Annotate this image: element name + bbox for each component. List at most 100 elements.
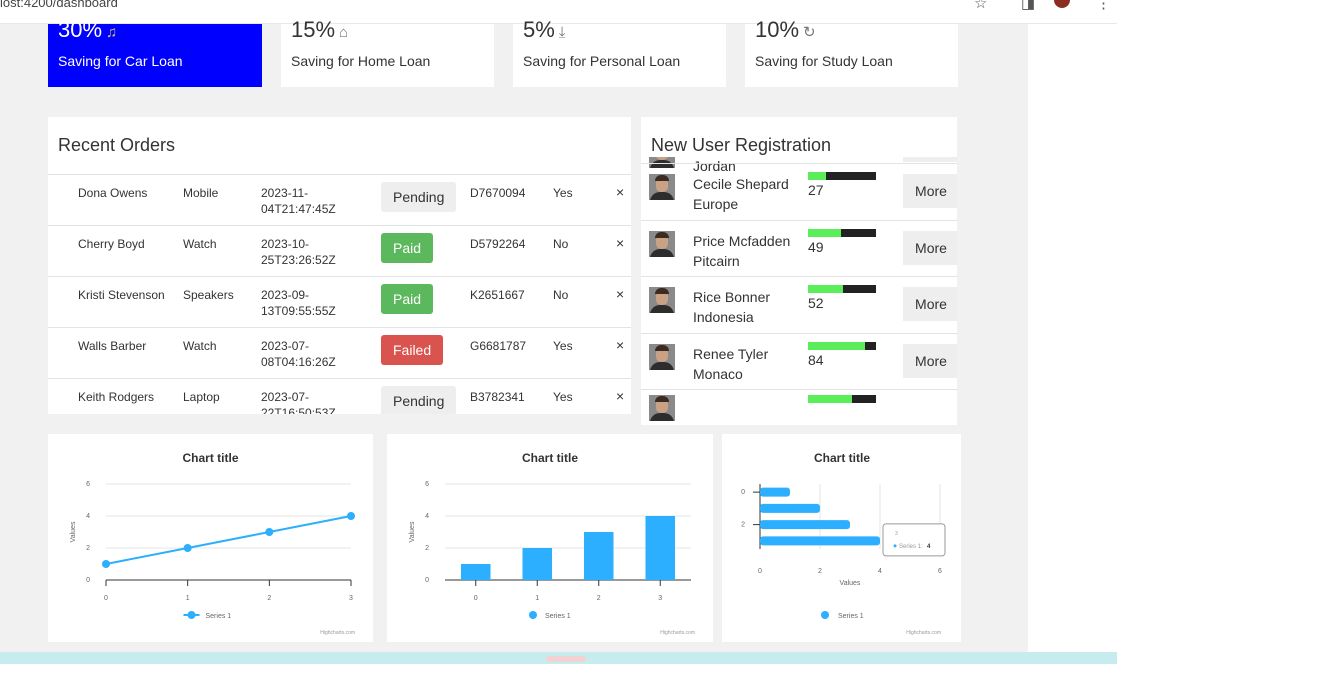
- users-title: New User Registration: [651, 135, 832, 155]
- user-name: Price Mcfadden Pitcairn: [693, 233, 791, 269]
- column-chart: Chart title 0 2 4 6 Values 0 1 2 3 Series 1 Highcha…: [387, 434, 713, 642]
- orders-table: Dona Owens Mobile 2023-11-04T21:47:45Z P…: [48, 174, 631, 414]
- bar: [760, 536, 880, 546]
- table-row: Keith Rodgers Laptop 2023-07-22T16:50:53…: [48, 378, 631, 414]
- x-tick-label: 3: [658, 595, 662, 602]
- y-tick-label: 4: [425, 513, 429, 520]
- stat-value: 15% ⌂: [291, 17, 349, 42]
- more-button[interactable]: More: [903, 231, 957, 265]
- order-id: K2651667: [470, 288, 525, 302]
- order-id: B3782341: [470, 390, 525, 404]
- more-button[interactable]: More: [903, 344, 957, 378]
- order-customer: Walls Barber: [78, 339, 147, 353]
- bar: [645, 516, 676, 580]
- x-tick-label: 6: [938, 568, 942, 575]
- tooltip-marker: [893, 544, 897, 548]
- order-date: 2023-07-22T16:50:53Z: [261, 390, 336, 414]
- stat-value: 30% ♫: [58, 17, 118, 42]
- status-badge[interactable]: Pending: [381, 182, 457, 212]
- close-icon[interactable]: ×: [616, 388, 624, 404]
- more-button[interactable]: More: [903, 287, 957, 321]
- status-badge[interactable]: Failed: [381, 335, 444, 365]
- profile-avatar-icon[interactable]: [1054, 0, 1070, 8]
- avatar: [649, 231, 675, 257]
- stat-label: Saving for Personal Loan: [523, 53, 681, 69]
- home-icon: ⌂: [339, 24, 349, 41]
- legend-label: Series 1: [206, 613, 232, 620]
- chart-credit: Highcharts.com: [906, 630, 941, 636]
- series-line: [105, 515, 352, 565]
- avatar: [649, 174, 675, 200]
- status-badge[interactable]: Paid: [381, 284, 434, 314]
- tooltip-box: [882, 523, 946, 557]
- chart-title: Chart title: [182, 451, 238, 465]
- order-flag: No: [553, 288, 569, 302]
- kebab-menu-icon[interactable]: ⋮: [1096, 0, 1111, 12]
- y-axis-label: Values: [409, 521, 416, 542]
- order-customer: Kristi Stevenson: [78, 288, 165, 302]
- data-point: [183, 544, 192, 552]
- order-customer: Cherry Boyd: [78, 237, 145, 251]
- line-chart: Chart title 0 2 4 6 Values 0 1 2 3 Series 1 Highcha…: [48, 434, 373, 642]
- bar: [760, 503, 820, 513]
- address-bar[interactable]: lost:4200/dashboard: [0, 0, 118, 10]
- order-date: 2023-09-13T09:55:55Z: [261, 288, 336, 318]
- x-tick-label: 4: [878, 568, 882, 575]
- order-date: 2023-10-25T23:26:52Z: [261, 237, 336, 267]
- close-icon[interactable]: ×: [616, 235, 624, 251]
- progress-bar: [808, 285, 876, 293]
- x-tick-label: 0: [474, 595, 478, 602]
- user-name: Rice Bonner Indonesia: [693, 289, 771, 325]
- more-button[interactable]: More: [903, 157, 957, 162]
- x-tick-label: 1: [186, 595, 190, 602]
- legend-label: Series 1: [545, 613, 571, 620]
- status-badge[interactable]: Pending: [381, 386, 457, 414]
- bar: [760, 487, 790, 497]
- x-tick-label: 2: [818, 568, 822, 575]
- recent-orders-title: Recent Orders: [58, 135, 176, 155]
- table-row: Kristi Stevenson Speakers 2023-09-13T09:…: [48, 276, 631, 327]
- order-flag: Yes: [553, 339, 573, 353]
- x-axis-label: Values: [840, 580, 861, 587]
- stat-card-home-loan: 15% ⌂ Saving for Home Loan: [281, 17, 494, 87]
- order-product: Watch: [183, 339, 217, 353]
- user-name: Renee Tyler Monaco: [693, 346, 769, 382]
- category-tick-label: 2: [741, 522, 745, 529]
- list-item: Price Mcfadden Pitcairn 49 More: [641, 220, 957, 276]
- chart-credit: Highcharts.com: [320, 630, 355, 636]
- list-item: Rice Bonner Indonesia 52 More: [641, 276, 957, 332]
- recent-orders-panel: Recent Orders Dona Owens Mobile 2023-11-…: [48, 117, 631, 414]
- x-tick-label: 0: [758, 568, 762, 575]
- order-flag: Yes: [553, 390, 573, 404]
- order-product: Laptop: [183, 390, 220, 404]
- order-customer: Dona Owens: [78, 186, 148, 200]
- order-id: G6681787: [470, 339, 527, 353]
- y-tick-label: 4: [86, 513, 90, 520]
- legend-label: Series 1: [838, 613, 864, 620]
- side-panel-icon[interactable]: ◨: [1021, 0, 1035, 12]
- status-badge[interactable]: Paid: [381, 233, 434, 263]
- user-value: 49: [808, 239, 824, 255]
- x-tick-label: 0: [104, 595, 108, 602]
- user-list[interactable]: Jordan More Cecile ShepardEurope 27 More…: [641, 157, 957, 421]
- close-icon[interactable]: ×: [616, 337, 624, 353]
- order-date: 2023-11-04T21:47:45Z: [261, 186, 336, 216]
- more-button[interactable]: More: [903, 174, 957, 208]
- order-flag: Yes: [553, 186, 573, 200]
- star-icon[interactable]: ☆: [974, 0, 987, 12]
- user-value: 27: [808, 182, 824, 198]
- tooltip-category: 3: [895, 531, 898, 537]
- x-tick-label: 2: [267, 595, 271, 602]
- legend-marker: [529, 611, 537, 619]
- user-value: 84: [808, 352, 824, 368]
- order-product: Speakers: [183, 288, 234, 302]
- stat-label: Saving for Study Loan: [755, 53, 893, 69]
- legend-marker: [821, 611, 829, 619]
- order-id: D7670094: [470, 186, 526, 200]
- category-tick-label: 0: [741, 489, 745, 496]
- bar: [583, 532, 614, 580]
- close-icon[interactable]: ×: [616, 184, 624, 200]
- dashboard: 30% ♫ Saving for Car Loan 15% ⌂ Saving for…: [0, 17, 1028, 652]
- close-icon[interactable]: ×: [616, 286, 624, 302]
- progress-bar: [808, 172, 876, 180]
